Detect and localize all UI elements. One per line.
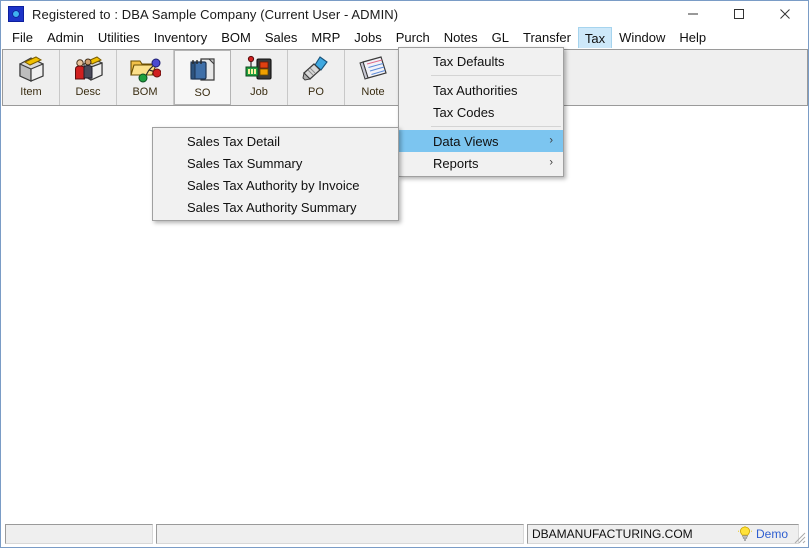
- data-views-item-label: Sales Tax Authority by Invoice: [187, 177, 360, 193]
- so-notepad-icon: [187, 55, 219, 85]
- toolbar-button-job[interactable]: Job: [231, 50, 288, 105]
- menu-separator: [431, 75, 561, 76]
- toolbar-button-label: Job: [250, 86, 268, 98]
- status-panel-left: [5, 524, 153, 544]
- menu-item-help[interactable]: Help: [672, 27, 713, 48]
- toolbar-button-so[interactable]: SO: [174, 50, 231, 105]
- demo-label: Demo: [755, 527, 788, 541]
- tax-menu-item-label: Tax Codes: [433, 104, 495, 120]
- menu-item-mrp[interactable]: MRP: [304, 27, 347, 48]
- menu-item-label: MRP: [311, 30, 341, 45]
- data-views-item-sales-tax-authority-by-invoice[interactable]: Sales Tax Authority by Invoice: [153, 174, 398, 196]
- tax-menu-item-label: Tax Defaults: [433, 53, 505, 69]
- menu-item-file[interactable]: File: [5, 27, 40, 48]
- tax-menu-item-tax-defaults[interactable]: Tax Defaults: [399, 50, 563, 72]
- window-title: Registered to : DBA Sample Company (Curr…: [32, 6, 399, 22]
- status-bar: DBAMANUFACTURING.COM Demo: [2, 518, 808, 546]
- menu-item-utilities[interactable]: Utilities: [91, 27, 147, 48]
- menu-item-bom[interactable]: BOM: [214, 27, 258, 48]
- menu-item-label: Help: [679, 30, 707, 45]
- menu-item-label: Inventory: [153, 30, 208, 45]
- status-panel-middle: [156, 524, 524, 544]
- tax-menu-item-label: Tax Authorities: [433, 82, 518, 98]
- menu-item-notes[interactable]: Notes: [437, 27, 485, 48]
- menu-item-label: Purch: [395, 30, 430, 45]
- chevron-right-icon: ›: [549, 134, 553, 147]
- menu-item-label: File: [12, 30, 33, 45]
- menu-item-label: BOM: [221, 30, 251, 45]
- application-window: Registered to : DBA Sample Company (Curr…: [0, 0, 809, 548]
- status-panel-right: DBAMANUFACTURING.COM Demo: [527, 524, 799, 544]
- menu-item-label: Jobs: [354, 30, 382, 45]
- demo-link[interactable]: Demo: [737, 526, 788, 542]
- tax-menu-item-label: Reports: [433, 155, 479, 171]
- data-views-item-label: Sales Tax Summary: [187, 155, 303, 171]
- data-views-item-label: Sales Tax Authority Summary: [187, 199, 357, 215]
- desc-people-box-icon: [72, 54, 104, 84]
- menu-item-gl[interactable]: GL: [485, 27, 516, 48]
- menu-item-label: GL: [491, 30, 509, 45]
- menu-item-admin[interactable]: Admin: [40, 27, 91, 48]
- menu-separator: [431, 126, 561, 127]
- resize-grip-icon[interactable]: [792, 530, 806, 544]
- window-controls: [670, 1, 808, 27]
- menu-item-label: Utilities: [97, 30, 140, 45]
- close-icon: [780, 9, 790, 19]
- toolbar-button-label: BOM: [132, 86, 158, 98]
- toolbar-button-bom[interactable]: BOM: [117, 50, 174, 105]
- menu-item-purch[interactable]: Purch: [389, 27, 437, 48]
- app-logo-icon: [8, 6, 24, 22]
- menu-item-label: Admin: [46, 30, 84, 45]
- toolbar-button-label: SO: [194, 87, 211, 99]
- tax-menu-item-data-views[interactable]: Data Views ›: [399, 130, 563, 152]
- toolbar-button-label: Note: [361, 86, 385, 98]
- toolbar-button-label: PO: [308, 86, 324, 98]
- tax-menu-dropdown: Tax Defaults Tax Authorities Tax Codes Data…: [398, 47, 564, 177]
- minimize-button[interactable]: [670, 1, 716, 27]
- maximize-button[interactable]: [716, 1, 762, 27]
- menu-item-jobs[interactable]: Jobs: [347, 27, 388, 48]
- toolbar-button-item[interactable]: Item: [3, 50, 60, 105]
- job-machine-icon: [243, 54, 275, 84]
- menu-item-transfer[interactable]: Transfer: [516, 27, 578, 48]
- data-views-item-sales-tax-authority-summary[interactable]: Sales Tax Authority Summary: [153, 196, 398, 218]
- menu-item-window[interactable]: Window: [612, 27, 672, 48]
- toolbar-button-label: Item: [20, 86, 42, 98]
- menu-item-tax[interactable]: Tax: [577, 27, 613, 48]
- close-button[interactable]: [762, 1, 808, 27]
- item-box-icon: [15, 54, 47, 84]
- menu-item-inventory[interactable]: Inventory: [147, 27, 214, 48]
- minimize-icon: [688, 13, 698, 15]
- title-bar: Registered to : DBA Sample Company (Curr…: [1, 1, 808, 27]
- menu-item-sales[interactable]: Sales: [258, 27, 305, 48]
- tax-menu-item-reports[interactable]: Reports ›: [399, 152, 563, 174]
- data-views-item-sales-tax-summary[interactable]: Sales Tax Summary: [153, 152, 398, 174]
- tax-menu-item-label: Data Views: [433, 133, 499, 149]
- maximize-icon: [734, 9, 744, 19]
- chevron-right-icon: ›: [549, 156, 553, 169]
- toolbar-button-label: Desc: [75, 86, 101, 98]
- tax-menu-item-tax-codes[interactable]: Tax Codes: [399, 101, 563, 123]
- po-stamp-icon: [300, 54, 332, 84]
- data-views-submenu: Sales Tax Detail Sales Tax Summary Sales T…: [152, 127, 399, 221]
- menu-item-label: Tax: [584, 30, 606, 46]
- data-views-item-label: Sales Tax Detail: [187, 133, 280, 149]
- toolbar-button-po[interactable]: PO: [288, 50, 345, 105]
- bom-folder-nodes-icon: [129, 54, 161, 84]
- menu-bar: File Admin Utilities Inventory BOM Sales MRP Jo…: [1, 27, 808, 48]
- menu-item-label: Window: [619, 30, 666, 45]
- note-pad-icon: [357, 54, 389, 84]
- lightbulb-icon: [737, 526, 752, 541]
- toolbar-button-desc[interactable]: Desc: [60, 50, 117, 105]
- menu-item-label: Transfer: [523, 30, 571, 45]
- menu-item-label: Notes: [443, 30, 478, 45]
- status-url-text: DBAMANUFACTURING.COM: [532, 527, 693, 541]
- tax-menu-item-tax-authorities[interactable]: Tax Authorities: [399, 79, 563, 101]
- toolbar-button-note[interactable]: Note: [345, 50, 402, 105]
- data-views-item-sales-tax-detail[interactable]: Sales Tax Detail: [153, 130, 398, 152]
- menu-item-label: Sales: [264, 30, 298, 45]
